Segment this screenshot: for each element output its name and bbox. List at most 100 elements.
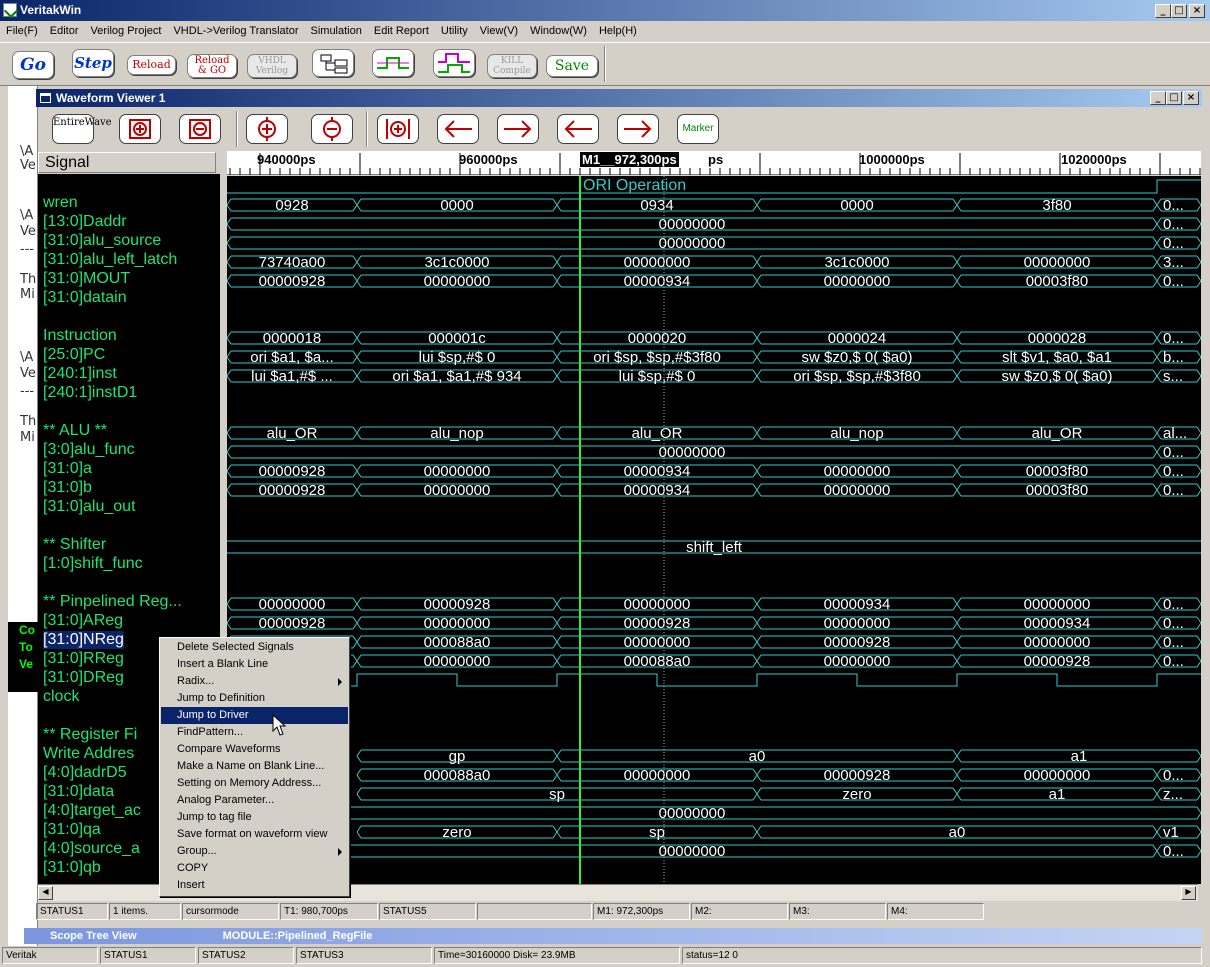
minimize-icon[interactable]: _ [1155, 4, 1171, 18]
signal-name[interactable]: [31:0]datain [43, 289, 127, 307]
signal-name[interactable]: [240:1]inst [43, 365, 117, 383]
menu-editor[interactable]: Editor [44, 22, 85, 40]
strip-text: Ve [20, 224, 36, 239]
zoom-out-box-button[interactable] [179, 114, 221, 144]
signal-name[interactable]: [31:0]qa [43, 821, 101, 839]
signal-name[interactable]: [31:0]MOUT [43, 270, 130, 288]
bus-value: 00000000 [624, 767, 691, 784]
signal-name[interactable]: [4:0]dadrD5 [43, 764, 127, 782]
context-menu-item[interactable]: Make a Name on Blank Line... [161, 758, 348, 775]
context-menu-item[interactable]: Compare Waveforms [161, 741, 348, 758]
context-menu-item[interactable]: FindPattern... [161, 724, 348, 741]
next-edge-button[interactable] [497, 114, 539, 144]
signal-name[interactable]: [31:0]b [43, 479, 92, 497]
context-menu-item[interactable]: Insert a Blank Line [161, 656, 348, 673]
reload-go-button[interactable]: Reload & GO [187, 54, 237, 78]
context-menu-item[interactable]: Radix... [161, 673, 348, 690]
context-menu-item[interactable]: Jump to Definition [161, 690, 348, 707]
next-marker-button[interactable] [617, 114, 659, 144]
menu-vhdl-translator[interactable]: VHDL->Verilog Translator [167, 22, 304, 40]
context-menu-item[interactable]: Analog Parameter... [161, 792, 348, 809]
signal-name[interactable]: [31:0]qb [43, 859, 101, 877]
menu-help[interactable]: Help(H) [593, 22, 643, 40]
kill-compile-button[interactable]: KILL Compile [487, 54, 537, 78]
context-menu-item[interactable]: COPY [161, 860, 348, 877]
context-menu-item[interactable]: Group... [161, 843, 348, 860]
signal-name[interactable]: ** Register Fi [43, 726, 137, 744]
vhdl-verilog-button[interactable]: VHDL Verilog [247, 54, 297, 78]
context-menu-item[interactable]: Save format on waveform view [161, 826, 348, 843]
scroll-right-icon[interactable]: ▶ [1181, 886, 1196, 900]
signal-name[interactable]: [1:0]shift_func [43, 555, 143, 573]
menu-view[interactable]: View(V) [474, 22, 524, 40]
signal-name[interactable]: [4:0]target_ac [43, 802, 141, 820]
signal-name[interactable]: clock [43, 688, 79, 706]
context-menu-item[interactable]: Setting on Memory Address... [161, 775, 348, 792]
wv-close-icon[interactable]: × [1183, 91, 1199, 105]
wv-minimize-icon[interactable]: _ [1150, 91, 1166, 105]
context-menu-label: Analog Parameter... [177, 794, 275, 806]
signal-name[interactable]: [13:0]Daddr [43, 213, 127, 231]
scope-module: MODULE::Pipelined_RegFile [222, 930, 373, 942]
hierarchy-button[interactable] [312, 49, 354, 77]
menu-window[interactable]: Window(W) [524, 22, 593, 40]
signal-name[interactable]: [31:0]a [43, 460, 92, 478]
signal-name[interactable]: [4:0]source_a [43, 840, 140, 858]
marker-button[interactable]: Marker [677, 114, 719, 144]
signal-name[interactable]: Write Addres [43, 745, 134, 763]
signal-name[interactable]: wren [43, 194, 78, 212]
bus-value: 0... [1163, 615, 1184, 632]
waveform2-button[interactable] [433, 49, 475, 77]
zoom-out-button[interactable] [311, 114, 353, 144]
context-menu-item[interactable]: Insert [161, 877, 348, 894]
signal-name[interactable]: [31:0]alu_out [43, 498, 136, 516]
menu-simulation[interactable]: Simulation [305, 22, 368, 40]
wv-restore-icon[interactable]: □ [1166, 91, 1182, 105]
app-status-bar: Veritak STATUS1 STATUS2 STATUS3 Time=301… [0, 946, 1210, 967]
reload-button[interactable]: Reload [127, 55, 176, 75]
scope-tree-title-bar[interactable]: Scope Tree View MODULE::Pipelined_RegFile [24, 928, 1202, 944]
save-button[interactable]: Save [546, 55, 598, 77]
bus-value: a0 [749, 748, 766, 765]
menu-verilog-project[interactable]: Verilog Project [85, 22, 168, 40]
prev-edge-button[interactable] [437, 114, 479, 144]
signal-name[interactable]: [31:0]AReg [43, 612, 123, 630]
signal-name[interactable]: [240:1]instD1 [43, 384, 137, 402]
signal-name[interactable]: [31:0]DReg [43, 669, 124, 687]
zoom-cursor-button[interactable] [377, 114, 419, 144]
step-button[interactable]: Step [72, 49, 114, 77]
go-button[interactable]: Go [12, 51, 54, 79]
console-line: Co [19, 623, 35, 637]
context-menu-item[interactable]: Jump to Driver [161, 707, 348, 724]
ori-annotation: ORI Operation [583, 177, 687, 194]
signal-name[interactable]: [31:0]alu_source [43, 232, 161, 250]
waveform-button[interactable] [372, 49, 414, 77]
signal-name[interactable]: [31:0]alu_left_latch [43, 251, 177, 269]
menu-edit-report[interactable]: Edit Report [368, 22, 435, 40]
maximize-icon[interactable]: □ [1171, 4, 1187, 18]
time-ruler[interactable]: 940000ps 960000ps M1__972,300ps ps 10000… [227, 151, 1201, 175]
signal-name[interactable]: ** ALU ** [43, 422, 107, 440]
prev-marker-button[interactable] [557, 114, 599, 144]
signal-name[interactable]: [31:0]RReg [43, 650, 124, 668]
signal-name[interactable]: [25:0]PC [43, 346, 105, 364]
context-menu-item[interactable]: Jump to tag file [161, 809, 348, 826]
signal-name[interactable]: Instruction [43, 327, 117, 345]
bus-value: lui $sp,#$ 0 [419, 349, 496, 366]
entire-wave-button[interactable]: EntireWave [52, 114, 112, 144]
signal-name[interactable]: ** Pinpelined Reg... [43, 593, 182, 611]
close-icon[interactable]: × [1189, 4, 1205, 18]
scroll-left-icon[interactable]: ◀ [38, 886, 53, 900]
signal-name[interactable]: [31:0]data [43, 783, 114, 801]
context-menu-item[interactable]: Delete Selected Signals [161, 639, 348, 656]
zoom-in-box-button[interactable] [119, 114, 161, 144]
signal-name[interactable]: ** Shifter [43, 536, 106, 554]
context-menu-label: Delete Selected Signals [177, 641, 294, 653]
menu-utility[interactable]: Utility [435, 22, 474, 40]
waveform-area[interactable]: 0928 0000 0934 0000 3f80 0... 00000000 0... 0000… [227, 176, 1201, 884]
zoom-in-button[interactable] [246, 114, 288, 144]
signal-name[interactable]: [31:0]NReg [43, 631, 124, 649]
ruler-tick-label: 1000000ps [859, 152, 925, 167]
menu-file[interactable]: File(F) [0, 22, 44, 40]
signal-name[interactable]: [3:0]alu_func [43, 441, 135, 459]
